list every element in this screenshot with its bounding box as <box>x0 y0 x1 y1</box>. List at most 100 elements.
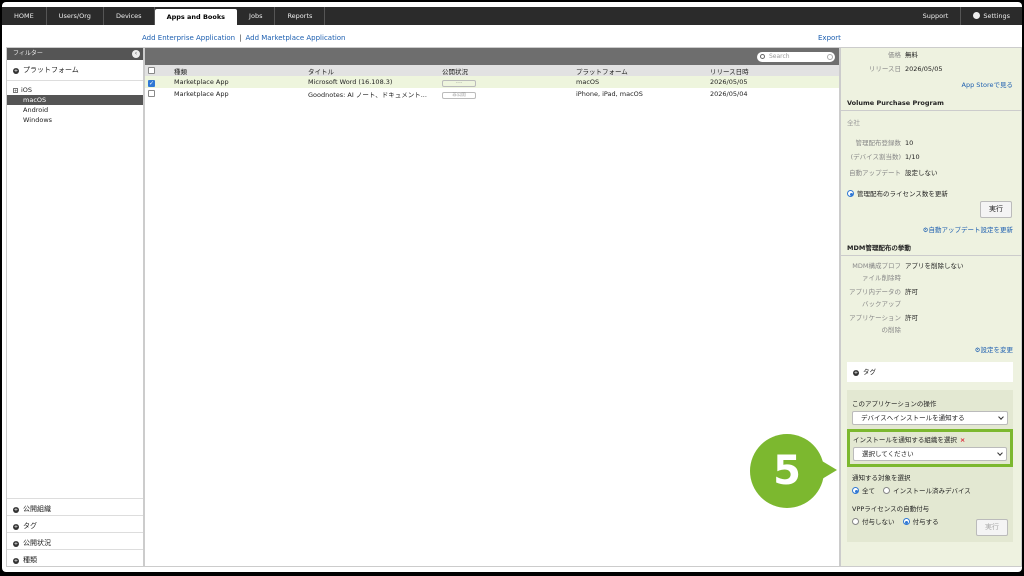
update-license-radio[interactable] <box>847 190 854 197</box>
tag-section-label: タグ <box>863 368 876 376</box>
mdm-row-delete: アプリケーション の削除 許可 <box>841 312 1021 336</box>
collapse-icon[interactable]: ‹ <box>132 50 140 58</box>
separator: | <box>239 34 242 42</box>
filter-section-tag[interactable]: + タグ <box>7 515 143 532</box>
nav-settings[interactable]: Settings <box>961 7 1022 25</box>
tree-item-macos[interactable]: macOS <box>7 95 143 105</box>
mdm-value: 許可 <box>905 288 918 296</box>
column-platform[interactable]: プラットフォーム <box>573 65 707 76</box>
target-installed-radio[interactable] <box>883 487 891 494</box>
cell-release: 2026/05/04 <box>707 88 839 100</box>
price-row: 価格 無料 <box>841 49 1021 61</box>
mdm-header: MDM管理配布の挙動 <box>841 240 1021 256</box>
tree-item-label: iOS <box>21 86 33 94</box>
filter-bottom-sections: + 公開組織 + タグ + 公開状況 + 種類 <box>7 498 143 566</box>
execute-button[interactable]: 実行 <box>980 201 1012 218</box>
tree-item-android[interactable]: Android <box>7 105 143 115</box>
tree-item-ios[interactable]: + iOS <box>7 85 143 95</box>
step-badge: 5 <box>750 434 824 508</box>
filter-section-type[interactable]: + 種類 <box>7 549 143 566</box>
select-all-checkbox[interactable] <box>148 66 155 74</box>
nav-devices[interactable]: Devices <box>104 7 155 25</box>
nav-right: Support Settings <box>911 7 1022 25</box>
table-row[interactable]: Marketplace App Goodnotes: AI ノート、ドキュメント… <box>145 88 839 100</box>
add-enterprise-app-link[interactable]: Add Enterprise Application <box>142 34 235 42</box>
execute-disabled-button[interactable]: 実行 <box>976 519 1008 536</box>
table-row[interactable]: ✓ Marketplace App Microsoft Word (16.108… <box>145 76 839 88</box>
tag-section[interactable]: + タグ <box>847 362 1013 382</box>
org-select[interactable]: 選択してください <box>853 447 1007 461</box>
cell-status: 非公開 <box>439 88 573 100</box>
filter-platform-section[interactable]: + プラットフォーム <box>7 60 143 81</box>
nav-reports[interactable]: Reports <box>275 7 326 25</box>
tree-item-windows[interactable]: Windows <box>7 115 143 125</box>
auto-update-value: 設定しない <box>905 169 938 177</box>
app-store-link[interactable]: App Storeで見る <box>841 79 1021 89</box>
price-label: 価格 <box>888 51 901 59</box>
status-badge: ---- <box>442 79 476 87</box>
update-auto-update-link[interactable]: ⚙自動アップデート設定を更新 <box>841 224 1021 234</box>
row-checkbox[interactable] <box>148 90 155 97</box>
nav-jobs[interactable]: Jobs <box>237 7 276 25</box>
section-label: 種類 <box>23 556 37 564</box>
row-checkbox-cell[interactable] <box>145 88 171 100</box>
cell-type: Marketplace App <box>171 88 305 100</box>
release-row: リリース日 2026/05/05 <box>841 63 1021 75</box>
cell-platform: iPhone, iPad, macOS <box>573 88 707 100</box>
search-placeholder: Search <box>769 53 790 60</box>
update-license-option[interactable]: 管理配布のライセンス数を更新 <box>841 179 1021 198</box>
clear-icon[interactable] <box>827 54 833 60</box>
nav-home[interactable]: HOME <box>2 7 47 25</box>
chevron-down-icon <box>998 414 1004 420</box>
search-input[interactable]: Search <box>757 52 835 62</box>
column-release[interactable]: リリース日時 <box>707 65 839 76</box>
column-type[interactable]: 種類 <box>171 65 305 76</box>
step-pointer-icon <box>817 458 837 482</box>
table-header-row: 種類 タイトル 公開状況 プラットフォーム リリース日時 <box>145 65 839 76</box>
top-nav: HOME Users/Org Devices Apps and Books Jo… <box>2 7 1022 25</box>
nav-apps-and-books[interactable]: Apps and Books <box>154 9 238 25</box>
operation-select-value: デバイスへインストールを通知する <box>861 414 965 422</box>
search-icon <box>760 54 765 59</box>
mdm-row-backup: アプリ内データの バックアップ 許可 <box>841 286 1021 310</box>
nav-users-org[interactable]: Users/Org <box>47 7 104 25</box>
auto-update-row: 自動アップデート 設定しない <box>841 167 1021 179</box>
row-checkbox[interactable]: ✓ <box>148 79 155 87</box>
app-detail-panel: 価格 無料 リリース日 2026/05/05 App Storeで見る Volume… <box>840 47 1022 567</box>
plus-icon: + <box>13 541 19 547</box>
chevron-down-icon <box>997 450 1003 456</box>
column-title[interactable]: タイトル <box>305 65 439 76</box>
mdm-value: アプリを削除しない <box>905 262 964 270</box>
vpp-auto-no-radio[interactable] <box>852 518 859 525</box>
operation-select[interactable]: デバイスへインストールを通知する <box>852 411 1008 425</box>
plus-icon: + <box>853 370 859 376</box>
nav-support[interactable]: Support <box>911 7 962 25</box>
vpp-auto-yes-label: 付与する <box>912 518 939 526</box>
vpp-auto-no-label: 付与しない <box>862 518 895 526</box>
update-auto-update-label: 自動アップデート設定を更新 <box>928 226 1014 234</box>
filter-section-org[interactable]: + 公開組織 <box>7 498 143 515</box>
target-all-radio[interactable] <box>852 487 859 494</box>
devices-label: (デバイス割当数) <box>850 153 901 161</box>
cell-title: Goodnotes: AI ノート、ドキュメント... <box>305 88 439 100</box>
required-icon: × <box>959 436 966 444</box>
update-license-label: 管理配布のライセンス数を更新 <box>857 190 948 198</box>
mdm-label: アプリケーション の削除 <box>841 312 905 336</box>
row-checkbox-cell[interactable]: ✓ <box>145 76 171 88</box>
execute-disabled-row: 実行 <box>976 519 1008 536</box>
app-table: 種類 タイトル 公開状況 プラットフォーム リリース日時 ✓ Marketpla… <box>145 65 839 100</box>
vpp-auto-yes-radio[interactable] <box>902 518 910 525</box>
expand-icon[interactable]: + <box>13 88 18 93</box>
mdm-value: 許可 <box>905 314 918 322</box>
cell-release: 2026/05/05 <box>707 76 839 88</box>
select-all-cell[interactable] <box>145 65 171 76</box>
org-label-row: インストールを通知する組織を選択 × <box>853 434 1007 444</box>
column-status[interactable]: 公開状況 <box>439 65 573 76</box>
change-settings-link[interactable]: ⚙設定を変更 <box>841 344 1021 354</box>
export-link[interactable]: Export <box>818 34 841 42</box>
filter-section-status[interactable]: + 公開状況 <box>7 532 143 549</box>
app-window: HOME Users/Org Devices Apps and Books Jo… <box>2 2 1022 572</box>
action-links: Add Enterprise Application | Add Marketpla… <box>142 34 346 42</box>
add-marketplace-app-link[interactable]: Add Marketplace Application <box>245 34 345 42</box>
org-select-highlight: インストールを通知する組織を選択 × 選択してください <box>847 429 1013 467</box>
